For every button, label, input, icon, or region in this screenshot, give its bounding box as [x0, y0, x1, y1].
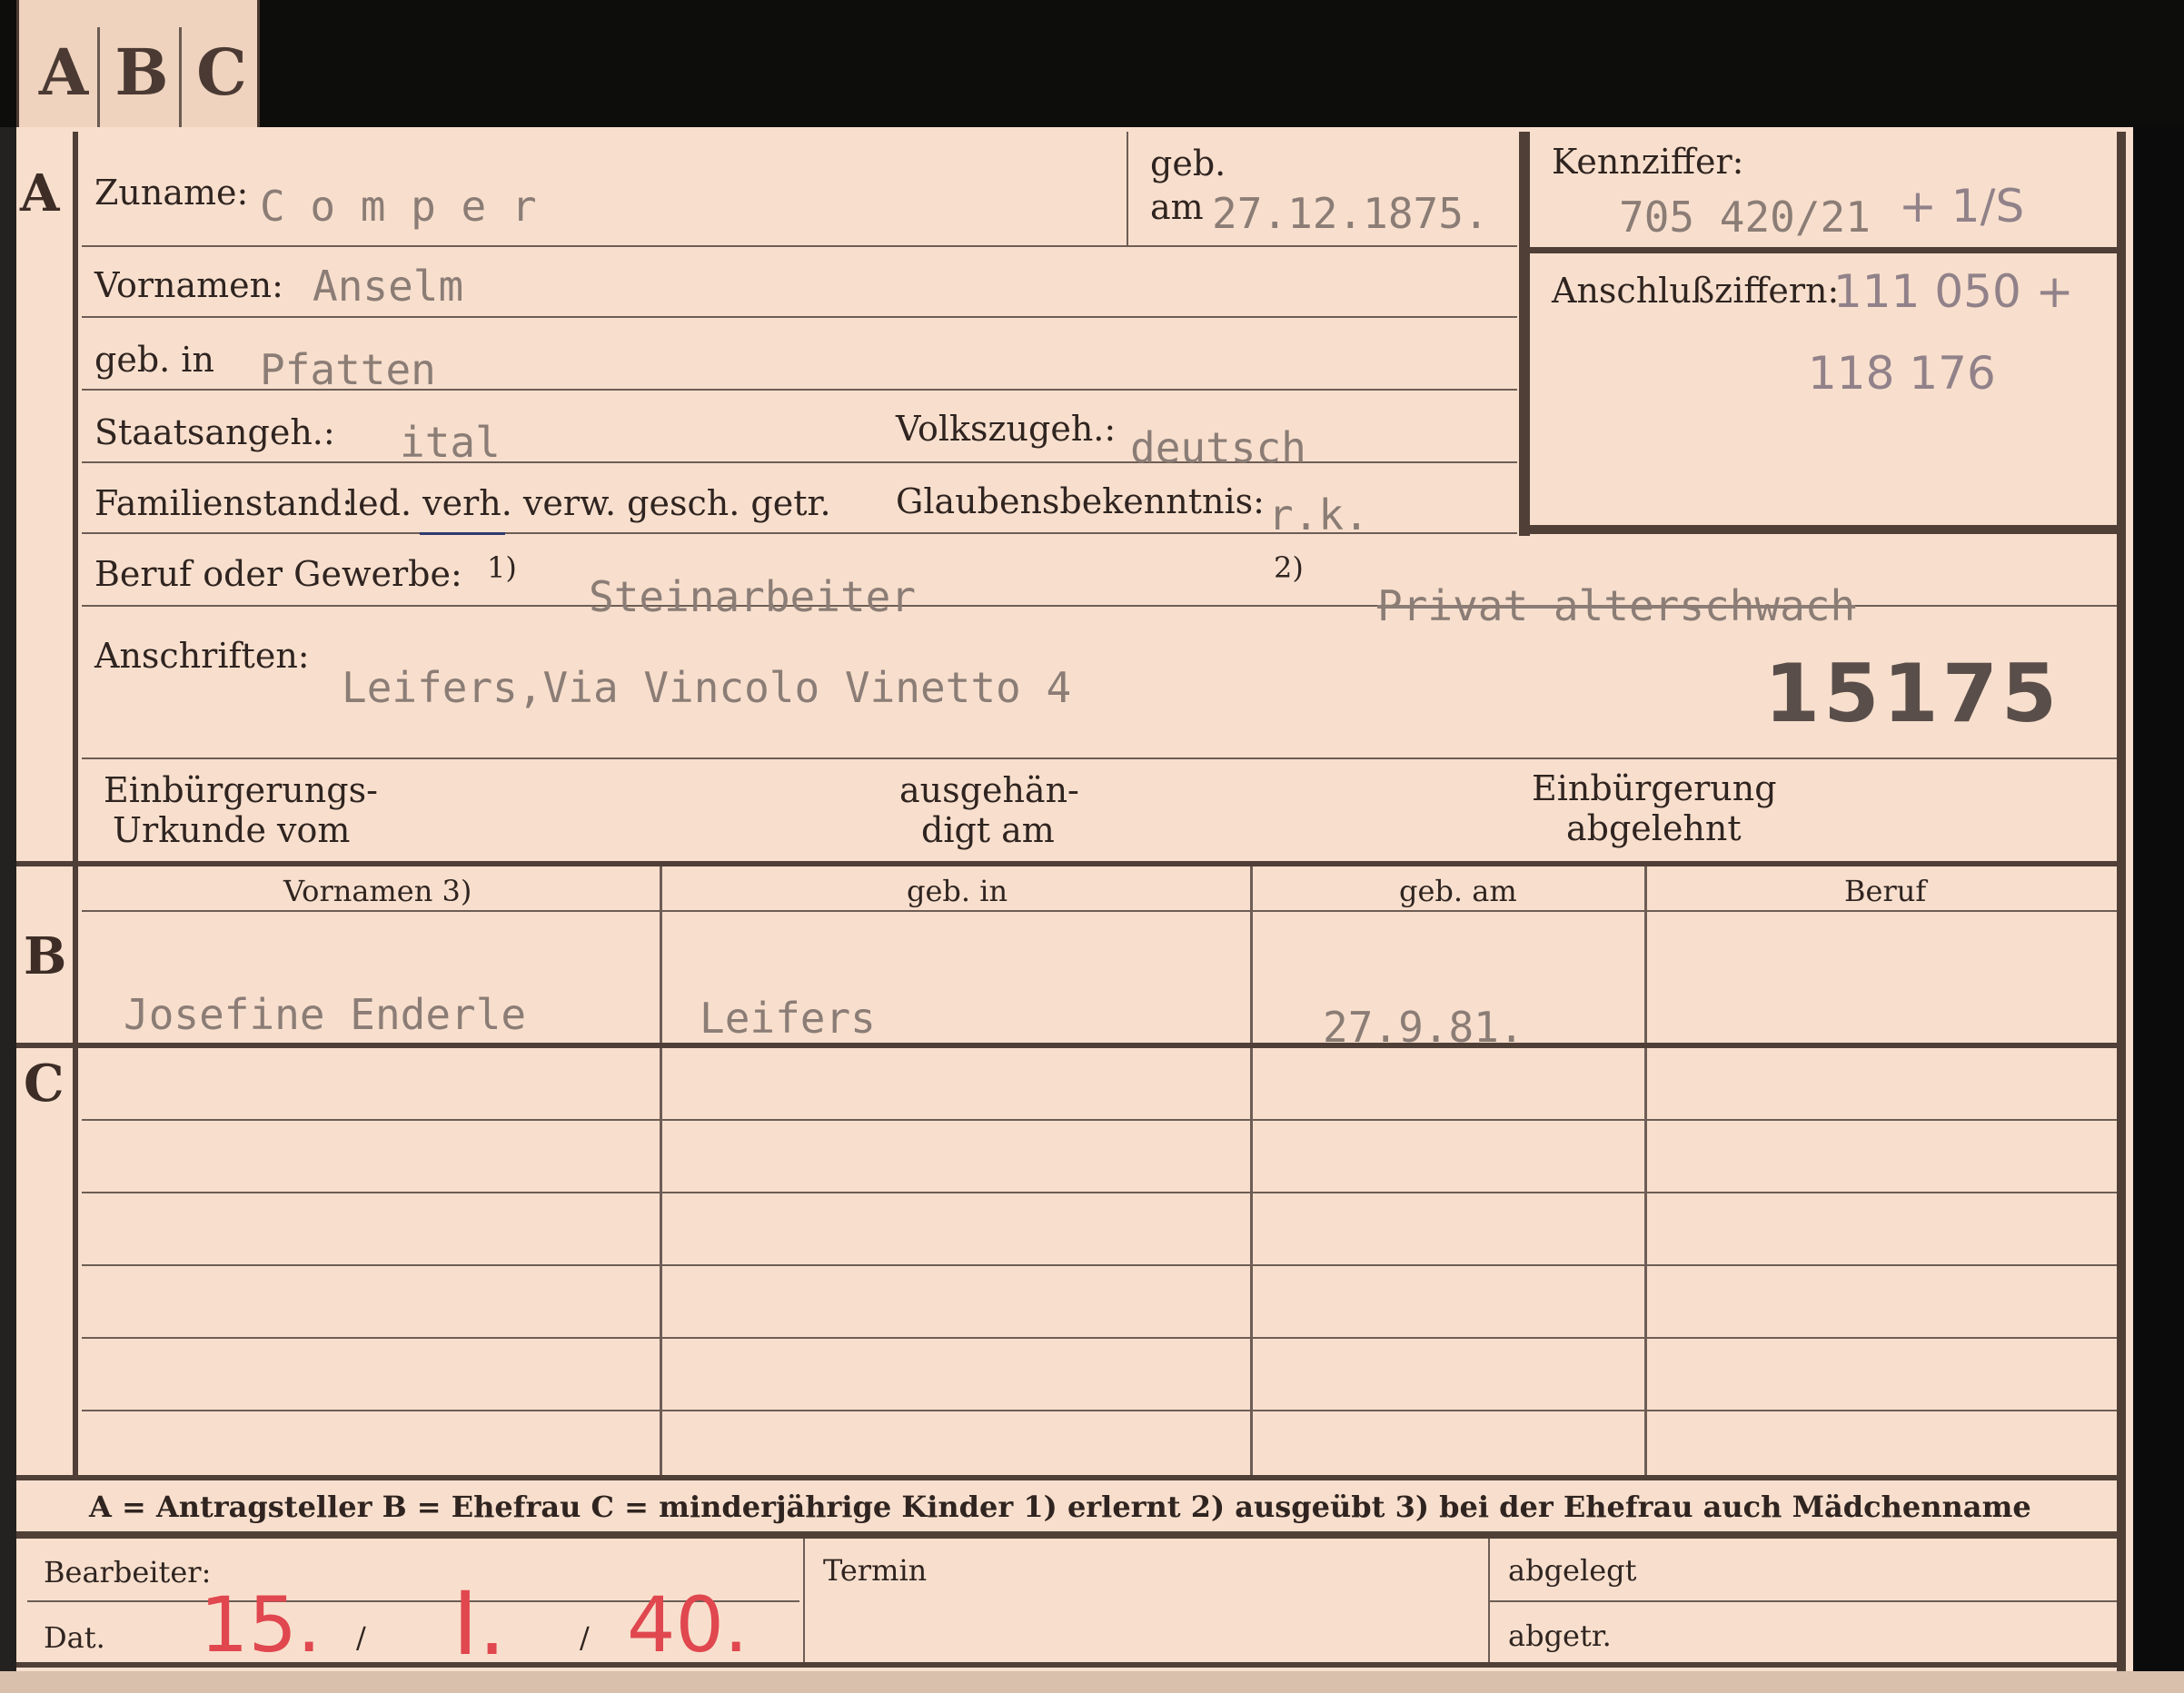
linked-number-1: 111 050 + — [1833, 265, 2074, 318]
spouse-birthdate: 27.9.81. — [1323, 1003, 1524, 1052]
date-label: Dat. — [44, 1620, 105, 1655]
col-header-first-names: Vornamen 3) — [283, 874, 472, 908]
reference-number-value: 705 420/21 — [1619, 193, 1871, 242]
occupation-label: Beruf oder Gewerbe: — [94, 554, 462, 594]
surname-label: Zuname: — [94, 173, 249, 213]
marital-status-selected-underline — [420, 532, 505, 535]
deadline-label: Termin — [823, 1553, 928, 1588]
index-tab: A B C — [16, 0, 260, 137]
ethnicity-value: deutsch — [1130, 423, 1306, 472]
first-names-value: Anselm — [313, 262, 464, 311]
marital-status-label: Familienstand: — [94, 483, 353, 523]
date-separator-1: / — [356, 1620, 366, 1655]
handed-over-label-1: ausgehän- — [899, 770, 1079, 810]
naturalization-certificate-label-1: Einbürgerungs- — [104, 770, 378, 810]
occupation-learned-value: Steinarbeiter — [589, 572, 917, 621]
date-year: 40. — [627, 1580, 749, 1669]
born-on-label: am — [1150, 187, 1204, 227]
tab-divider — [179, 27, 182, 127]
legend-text: A = Antragsteller B = Ehefrau C = minder… — [89, 1490, 2031, 1524]
religion-label: Glaubensbekenntnis: — [896, 481, 1265, 521]
birthplace-value: Pfatten — [260, 345, 436, 394]
tab-divider — [97, 27, 100, 127]
filed-label: abgelegt — [1508, 1553, 1637, 1588]
spouse-birthplace: Leifers — [700, 994, 876, 1043]
ethnicity-label: Volkszugeh.: — [896, 409, 1117, 449]
religion-value: r.k. — [1268, 490, 1369, 540]
marital-status-options: led. verh. verw. gesch. getr. — [347, 483, 831, 523]
date-separator-2: / — [580, 1620, 590, 1655]
col-header-occupation: Beruf — [1844, 874, 1927, 908]
first-names-label: Vornamen: — [94, 265, 283, 305]
handed-over-label-2: digt am — [921, 810, 1055, 850]
occupation-footnote-1: 1) — [487, 550, 517, 585]
birthplace-label: geb. in — [94, 340, 214, 380]
transferred-label: abgetr. — [1508, 1619, 1612, 1653]
spouse-name: Josefine Enderle — [124, 990, 527, 1039]
born-label: geb. — [1150, 144, 1226, 183]
stamped-number: 15175 — [1764, 647, 2061, 740]
scan-left-edge — [0, 127, 16, 1693]
naturalization-rejected-label-1: Einbürgerung — [1532, 768, 1777, 808]
tab-c: C — [196, 35, 247, 110]
addresses-label: Anschriften: — [94, 636, 310, 676]
citizenship-label: Staatsangeh.: — [94, 412, 335, 452]
date-day: 15. — [200, 1580, 322, 1669]
reference-number-label: Kennziffer: — [1552, 142, 1744, 182]
citizenship-value: ital — [400, 418, 501, 467]
occupation-footnote-2: 2) — [1274, 550, 1304, 585]
address-value: Leifers,Via Vincolo Vinetto 4 — [342, 663, 1072, 712]
scan-top-bar — [0, 0, 2184, 127]
scan-bottom-strip — [0, 1671, 2184, 1693]
section-a-marker: A — [20, 163, 60, 223]
reference-number-annotation: + 1/S — [1899, 180, 2025, 233]
surname-value: C o m p e r — [260, 182, 537, 231]
occupation-practiced-value: Privat alterschwach — [1377, 581, 1856, 630]
linked-number-2: 118 176 — [1808, 347, 1996, 400]
col-header-birthplace: geb. in — [907, 874, 1008, 908]
section-c-marker: C — [24, 1054, 65, 1114]
section-b-marker: B — [24, 926, 67, 986]
col-header-birthdate: geb. am — [1399, 874, 1517, 908]
date-month: I. — [452, 1573, 506, 1675]
naturalization-rejected-label-2: abgelehnt — [1566, 808, 1742, 848]
tab-a: A — [38, 35, 89, 110]
birth-date-value: 27.12.1875. — [1212, 189, 1489, 238]
naturalization-certificate-label-2: Urkunde vom — [113, 810, 351, 850]
processor-label: Bearbeiter: — [44, 1555, 212, 1589]
tab-b: B — [114, 35, 169, 110]
linked-numbers-label: Anschlußziffern: — [1552, 271, 1840, 311]
